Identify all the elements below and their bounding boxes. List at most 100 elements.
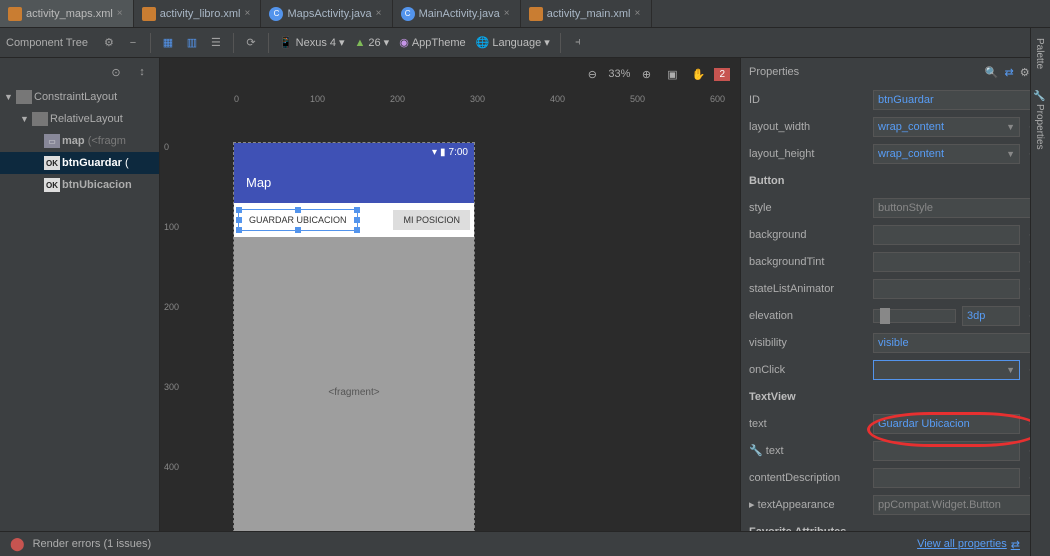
resize-handle[interactable]: [295, 227, 301, 233]
prop-state-list-animator: stateListAnimator ···: [741, 275, 1050, 302]
device-icon: 📱: [279, 36, 293, 49]
zoom-out-icon[interactable]: ⊖: [582, 64, 602, 84]
animator-input[interactable]: [873, 279, 1020, 299]
resize-handle[interactable]: [236, 207, 242, 213]
tree-relativelayout[interactable]: ▼ RelativeLayout: [0, 108, 159, 130]
height-select[interactable]: wrap_content▼: [873, 144, 1020, 164]
design-view-icon[interactable]: ▦: [157, 32, 179, 54]
tree-btn-ubicacion[interactable]: OK btnUbicacion: [0, 174, 159, 196]
resize-handle[interactable]: [354, 227, 360, 233]
prop-label: elevation: [749, 310, 867, 322]
id-input[interactable]: btnGuardar: [873, 90, 1042, 110]
tab-label: activity_maps.xml: [26, 8, 113, 20]
onclick-select[interactable]: ▼: [873, 360, 1020, 380]
text-tool-input[interactable]: [873, 441, 1020, 461]
slider-track[interactable]: [873, 309, 956, 323]
separator: [233, 33, 234, 53]
tab-activity-libro[interactable]: activity_libro.xml ×: [134, 0, 262, 27]
chevron-down-icon[interactable]: ▼: [20, 114, 30, 124]
resize-handle[interactable]: [354, 217, 360, 223]
text-input[interactable]: Guardar Ubicacion: [873, 414, 1020, 434]
blueprint-view-icon[interactable]: ▥: [181, 32, 203, 54]
style-select[interactable]: buttonStyle▼: [873, 198, 1042, 218]
resize-handle[interactable]: [295, 207, 301, 213]
elevation-value[interactable]: 3dp: [962, 306, 1020, 326]
theme-label: AppTheme: [412, 37, 466, 49]
theme-selector[interactable]: ◉ AppTheme: [395, 36, 469, 49]
slider-thumb[interactable]: [880, 308, 890, 324]
ruler-tick: 200: [164, 302, 179, 312]
ruler-tick: 300: [164, 382, 179, 392]
properties-tab[interactable]: 🔧 Properties: [1031, 79, 1048, 160]
filter-icon[interactable]: ⊙: [105, 61, 127, 83]
gear-icon[interactable]: ⚙: [1020, 66, 1030, 79]
separator: [560, 33, 561, 53]
minimize-icon[interactable]: −: [122, 32, 144, 54]
close-icon[interactable]: ×: [635, 10, 643, 18]
background-tint-input[interactable]: [873, 252, 1020, 272]
swap-icon: ⇄: [1011, 538, 1020, 551]
chevron-down-icon: ▾: [384, 36, 390, 49]
fragment-placeholder[interactable]: <fragment>: [234, 237, 474, 531]
tree-btn-guardar[interactable]: OK btnGuardar (: [0, 152, 159, 174]
width-select[interactable]: wrap_content▼: [873, 117, 1020, 137]
content-description-input[interactable]: [873, 468, 1020, 488]
ruler-tick: 500: [630, 94, 645, 104]
prop-label: layout_width: [749, 121, 867, 133]
prop-background: background ···: [741, 221, 1050, 248]
background-input[interactable]: [873, 225, 1020, 245]
zoom-level[interactable]: 33%: [608, 68, 630, 80]
ruler-tick: 400: [550, 94, 565, 104]
ruler-tick: 400: [164, 462, 179, 472]
status-time: 7:00: [449, 147, 468, 158]
view-all-properties-link[interactable]: View all properties ⇄: [917, 538, 1020, 551]
tab-activity-maps[interactable]: activity_maps.xml ×: [0, 0, 134, 27]
error-icon[interactable]: ⬤: [10, 536, 25, 552]
search-icon[interactable]: 🔍: [985, 66, 999, 79]
orientation-icon[interactable]: ⟳: [240, 32, 262, 54]
chevron-down-icon: ▾: [339, 36, 345, 49]
close-icon[interactable]: ×: [117, 10, 125, 18]
tab-activity-main[interactable]: activity_main.xml ×: [521, 0, 652, 27]
preview-btn-guardar[interactable]: GUARDAR UBICACION: [238, 209, 358, 231]
resize-handle[interactable]: [354, 207, 360, 213]
xml-file-icon: [529, 7, 543, 21]
zoom-fit-icon[interactable]: ▣: [662, 64, 682, 84]
gear-icon[interactable]: ⚙: [98, 32, 120, 54]
preview-btn-posicion[interactable]: MI POSICION: [393, 210, 470, 230]
api-selector[interactable]: ▲ 26 ▾: [351, 36, 394, 49]
text-appearance-select[interactable]: ppCompat.Widget.Button▼: [873, 495, 1042, 515]
device-preview[interactable]: ▾ ▮ 7:00 Map GUARDAR UBICACION: [234, 143, 474, 531]
xml-file-icon: [142, 7, 156, 21]
zoom-in-icon[interactable]: ⊕: [636, 64, 656, 84]
ruler-tick: 0: [164, 142, 169, 152]
resize-handle[interactable]: [236, 227, 242, 233]
palette-tab[interactable]: Palette: [1031, 28, 1048, 79]
pan-icon[interactable]: ✋: [688, 64, 708, 84]
tab-maps-activity[interactable]: C MapsActivity.java ×: [261, 0, 392, 27]
fragment-label: <fragment>: [328, 387, 379, 398]
design-canvas[interactable]: ⊖ 33% ⊕ ▣ ✋ 2 0 100 200 300 400 500 600 …: [160, 58, 740, 531]
language-selector[interactable]: 🌐 Language ▾: [472, 36, 554, 49]
close-icon[interactable]: ×: [504, 10, 512, 18]
tree-map-fragment[interactable]: ▭ map (<fragm: [0, 130, 159, 152]
close-icon[interactable]: ×: [244, 10, 252, 18]
collapse-icon[interactable]: ↕: [131, 61, 153, 83]
list-view-icon[interactable]: ☰: [205, 32, 227, 54]
device-selector[interactable]: 📱 Nexus 4 ▾: [275, 36, 349, 49]
tab-main-activity[interactable]: C MainActivity.java ×: [393, 0, 521, 27]
chevron-down-icon[interactable]: ▼: [4, 92, 14, 102]
tab-label: activity_main.xml: [547, 8, 631, 20]
warning-badge[interactable]: 2: [714, 68, 730, 81]
visibility-select[interactable]: visible▼: [873, 333, 1042, 353]
render-errors-label[interactable]: Render errors (1 issues): [33, 538, 152, 550]
designer-toolbar: Component Tree ⚙ − ▦ ▥ ☰ ⟳ 📱 Nexus 4 ▾ ▲…: [0, 28, 1050, 58]
app-title: Map: [246, 175, 271, 190]
close-icon[interactable]: ×: [376, 10, 384, 18]
resize-handle[interactable]: [236, 217, 242, 223]
tree-constraintlayout[interactable]: ▼ ConstraintLayout: [0, 86, 159, 108]
elevation-slider[interactable]: 3dp: [873, 306, 1020, 326]
swap-icon[interactable]: ⇄: [1004, 66, 1013, 79]
layout-variants-icon[interactable]: ⫞: [567, 32, 589, 54]
chevron-right-icon[interactable]: ▸: [749, 499, 755, 511]
